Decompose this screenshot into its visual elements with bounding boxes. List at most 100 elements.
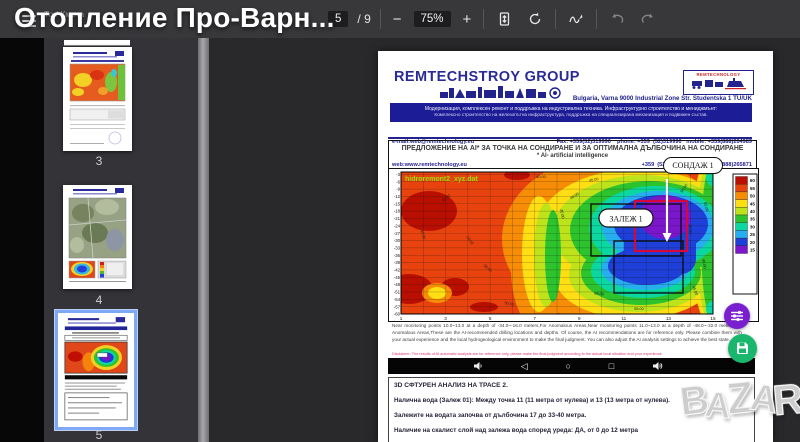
svg-text:1: 1 [400, 316, 403, 321]
svg-text:40: 40 [750, 209, 756, 214]
svg-text:-30: -30 [394, 238, 401, 243]
data-file-label: hidroremont2_xyz.dat [405, 176, 478, 183]
svg-text:-60: -60 [394, 312, 401, 317]
svg-text:-18: -18 [394, 209, 401, 214]
home-icon: ○ [566, 362, 571, 371]
disclaimer-text: Disclaimer: The results of AI automatic … [392, 352, 732, 356]
svg-text:25: 25 [750, 232, 756, 237]
svg-text:20: 20 [750, 240, 756, 245]
thumbnail-sidebar[interactable]: 3 4 [44, 38, 198, 442]
logo-ship-icon [689, 78, 749, 90]
header-rule [388, 137, 752, 139]
rotate-icon [527, 11, 543, 27]
svg-text:-6: -6 [396, 179, 400, 184]
toolbar-controls: 5 / 9 − 75% + [328, 0, 659, 38]
svg-text:60: 60 [750, 178, 756, 183]
company-name: REMTECHSTROY GROUP [394, 69, 580, 85]
zoom-in-button[interactable]: + [460, 11, 475, 28]
thumbnail-page-4-label[interactable]: 4 [44, 293, 154, 307]
svg-text:15: 15 [710, 316, 716, 321]
fit-page-icon [497, 11, 512, 27]
svg-text:-15: -15 [394, 201, 401, 206]
svg-text:-51: -51 [394, 290, 401, 295]
svg-text:-12: -12 [394, 194, 401, 199]
thumbnail-page-5-preview [58, 315, 134, 423]
thumbnail-page-5-selected[interactable] [55, 310, 137, 430]
svg-text:-9: -9 [396, 187, 400, 192]
contour-map: 45.0055.0050.0055.0050.0060.0035.0040.00… [388, 168, 757, 320]
company-banner: Модернизация, комплексен ремонт и поддръ… [390, 103, 752, 122]
rotate-button[interactable] [524, 7, 546, 31]
svg-text:-21: -21 [394, 216, 401, 221]
floppy-save-icon [735, 341, 750, 356]
svg-text:45: 45 [750, 201, 756, 206]
svg-text:35.00: 35.00 [688, 224, 693, 234]
colorbar-legend: 60555045403530252015 [733, 174, 757, 294]
svg-text:3: 3 [444, 316, 447, 321]
banner-line-2: Комплексно строителство на железопътна и… [390, 112, 752, 117]
zoom-out-button[interactable]: − [390, 11, 405, 28]
redo-button[interactable] [637, 7, 659, 31]
svg-text:-3: -3 [396, 172, 400, 177]
undo-icon [609, 11, 625, 27]
svg-text:13: 13 [666, 316, 672, 321]
svg-text:-48: -48 [394, 282, 401, 287]
back-icon: ◁ [521, 362, 528, 371]
svg-text:-54: -54 [394, 297, 401, 302]
conclusions-line-3: Наличие на скалист слой над залежа вода … [394, 427, 754, 434]
svg-text:15: 15 [750, 248, 756, 253]
svg-text:-24: -24 [394, 223, 401, 228]
annotate-button[interactable] [565, 7, 587, 31]
svg-text:-39: -39 [394, 260, 401, 265]
svg-text:11: 11 [621, 316, 626, 321]
svg-text:55.00: 55.00 [634, 307, 644, 311]
svg-text:-27: -27 [394, 231, 401, 236]
video-title-overlay: Отопление Про-Варн... [14, 2, 335, 34]
thumbnail-page-4[interactable] [63, 185, 132, 289]
logo-caption: REMTECHNOLOGY [684, 72, 753, 77]
thumbnail-page-5-label[interactable]: 5 [44, 428, 154, 442]
redo-icon [640, 11, 656, 27]
separator [555, 9, 556, 29]
thumbnail-page2-edge [64, 40, 130, 46]
fit-page-button[interactable] [493, 7, 515, 31]
thumbnail-page-3[interactable] [63, 47, 132, 151]
contour-map-svg: 45.0055.0050.0055.0050.0060.0035.0040.00… [388, 168, 759, 322]
thumbnail-page-3-preview [63, 47, 132, 151]
company-address: Bulgaria, Varna 9000 Industrial Zone Str… [498, 95, 752, 102]
ai-analysis-text: Near monitoring points 10.0~13.0 at a de… [392, 322, 742, 343]
banner-line-1: Модернизация, комплексен ремонт и поддръ… [390, 103, 752, 112]
sidebar-divider[interactable] [198, 38, 209, 442]
screenshot-root: 5 / 9 − 75% + [0, 0, 800, 442]
letterbox-strip [0, 38, 44, 442]
thumbnail-page-4-preview [63, 185, 132, 289]
android-nav-bar: ◁ ○ □ [388, 358, 755, 374]
svg-text:-42: -42 [394, 268, 401, 273]
volume-down-icon [473, 361, 483, 371]
zoom-level-input[interactable]: 75% [414, 11, 451, 27]
thumbnail-page-3-label[interactable]: 3 [44, 154, 154, 168]
svg-text:-57: -57 [394, 304, 401, 309]
sondaj-callout: СОНДАЖ 1 [663, 157, 723, 174]
svg-text:35: 35 [750, 217, 756, 222]
settings-fab [724, 303, 750, 329]
svg-text:30: 30 [750, 224, 756, 229]
svg-text:ЗАЛЕЖ 1: ЗАЛЕЖ 1 [609, 215, 642, 224]
company-logo: REMTECHNOLOGY [683, 70, 754, 95]
svg-text:9: 9 [578, 316, 581, 321]
volume-up-icon [652, 361, 663, 371]
separator [596, 9, 597, 29]
bazar-watermark: B A Z A R [680, 374, 800, 424]
save-fab [728, 334, 757, 363]
svg-text:65.00: 65.00 [594, 292, 604, 297]
sliders-icon [730, 309, 744, 323]
svg-text:-45: -45 [394, 275, 401, 280]
recents-icon: □ [609, 362, 614, 371]
svg-text:5: 5 [489, 316, 492, 321]
undo-button[interactable] [606, 7, 628, 31]
draw-icon [568, 11, 584, 27]
svg-text:60.00: 60.00 [536, 175, 546, 179]
separator [483, 9, 484, 29]
separator [380, 9, 381, 29]
zalezh-callout: ЗАЛЕЖ 1 [599, 209, 653, 227]
